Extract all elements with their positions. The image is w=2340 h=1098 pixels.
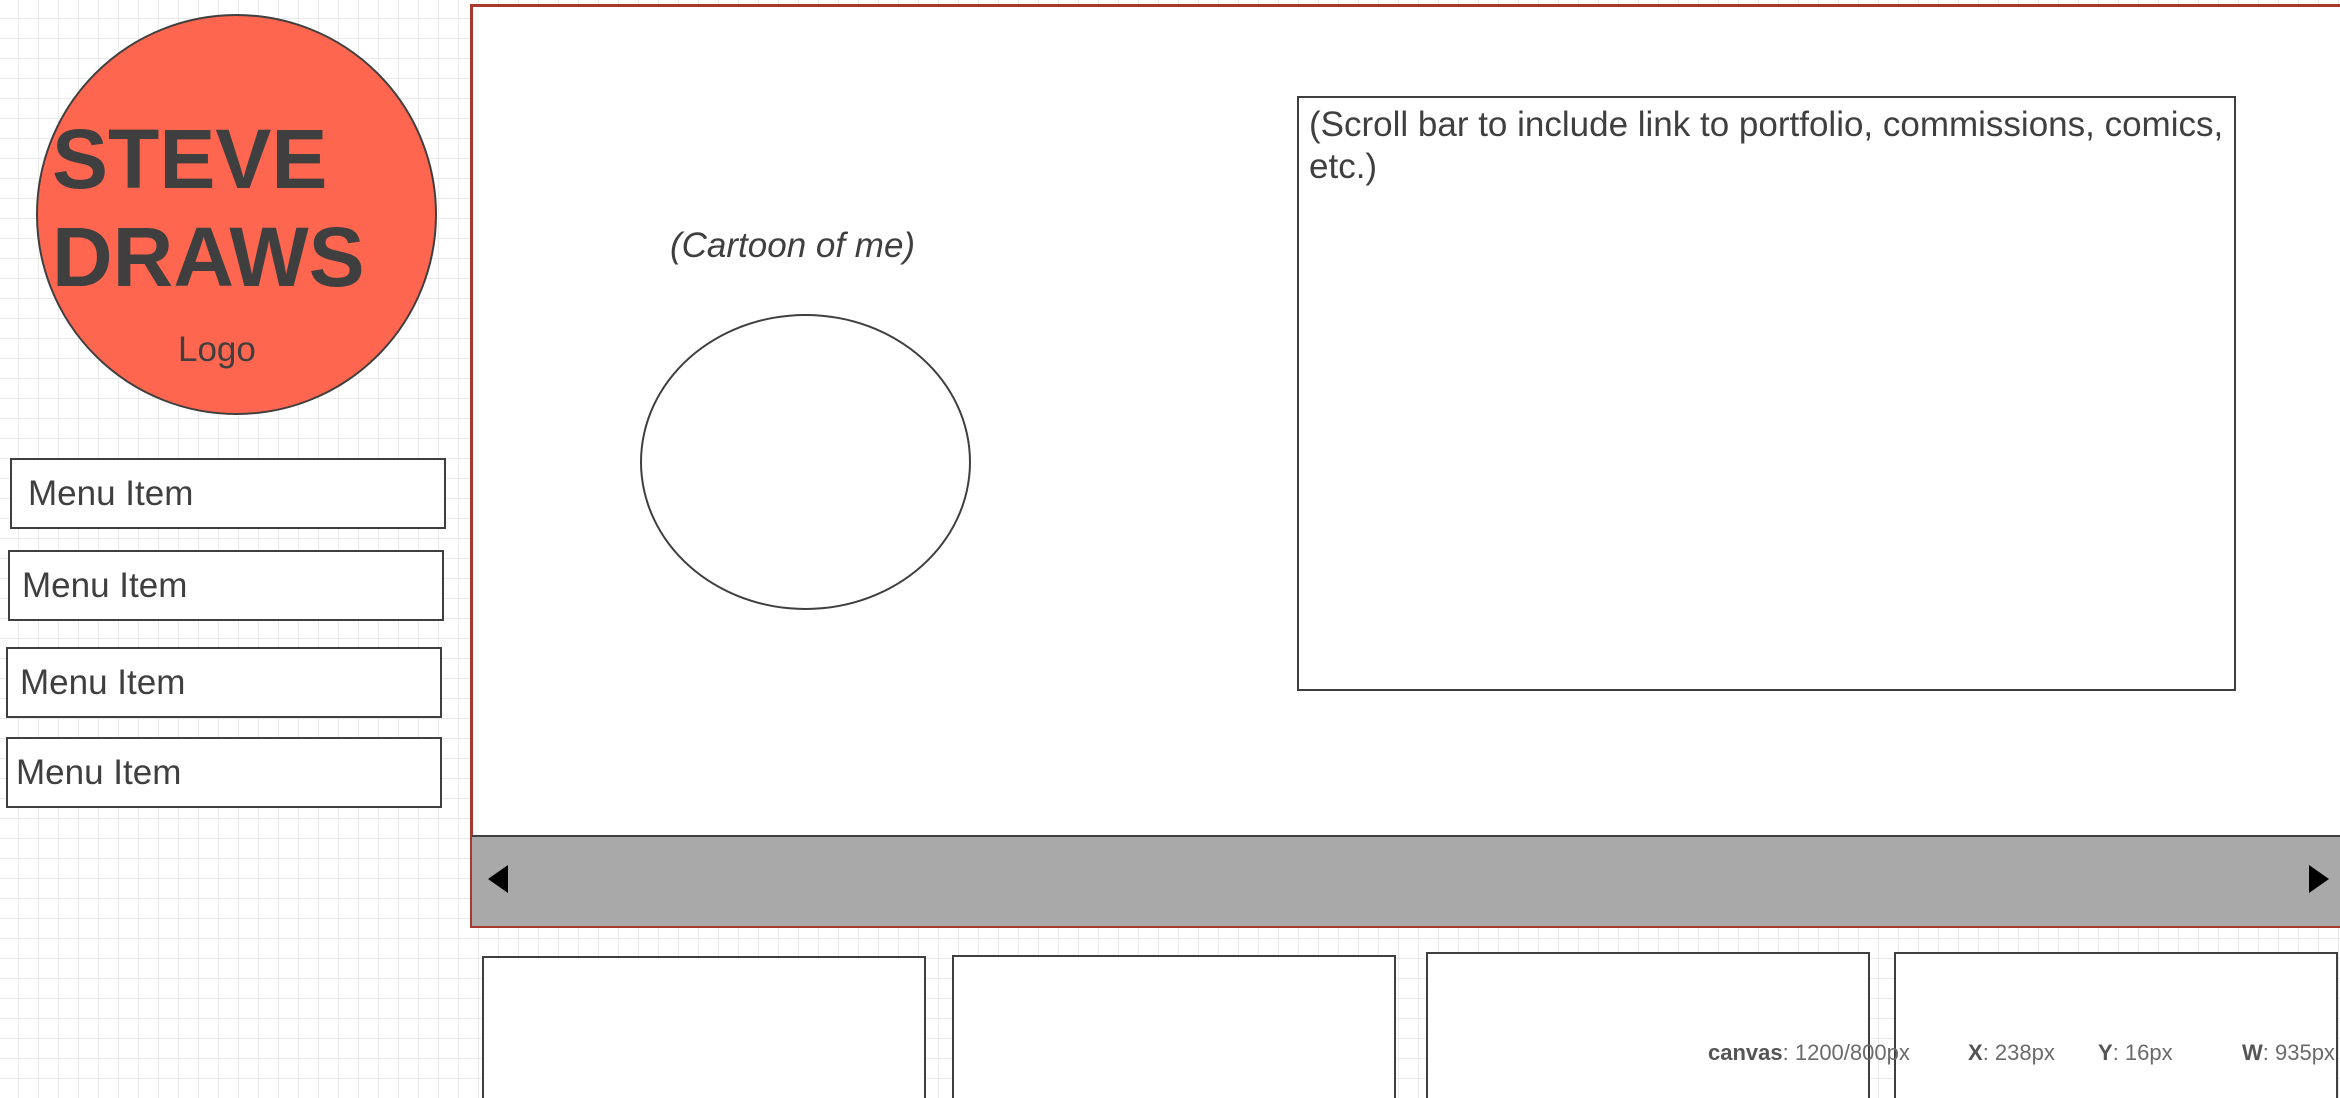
menu-item-label: Menu Item [16, 753, 182, 792]
menu-item-label: Menu Item [22, 566, 188, 605]
y-readout: Y: 16px [2098, 1040, 2173, 1066]
triangle-right-icon[interactable] [2309, 865, 2329, 893]
y-label: Y [2098, 1040, 2113, 1065]
x-readout: X: 238px [1968, 1040, 2055, 1066]
thumbnail-placeholder-4[interactable] [1894, 952, 2338, 1098]
canvas-size-readout: canvas: 1200/800px [1708, 1040, 1910, 1066]
w-value: : 935px [2262, 1040, 2335, 1065]
w-label: W [2242, 1040, 2263, 1065]
cartoon-placeholder-circle[interactable] [640, 314, 971, 610]
x-value: : 238px [1982, 1040, 2055, 1065]
triangle-left-icon[interactable] [488, 865, 508, 893]
menu-item-1[interactable]: Menu Item [10, 458, 446, 529]
thumbnail-placeholder-1[interactable] [482, 956, 926, 1098]
menu-item-2[interactable]: Menu Item [8, 550, 444, 621]
menu-item-3[interactable]: Menu Item [6, 647, 442, 718]
thumbnail-placeholder-2[interactable] [952, 955, 1396, 1098]
thumbnail-placeholder-3[interactable] [1426, 952, 1870, 1098]
logo-label: Logo [178, 330, 256, 369]
w-readout: W: 935px [2242, 1040, 2335, 1066]
horizontal-scroll-bar[interactable] [472, 835, 2340, 926]
logo-title: STEVE DRAWS [52, 112, 365, 304]
x-label: X [1968, 1040, 1983, 1065]
scroll-note-text: (Scroll bar to include link to portfolio… [1309, 105, 2224, 186]
cartoon-caption: (Cartoon of me) [670, 226, 916, 265]
menu-item-4[interactable]: Menu Item [6, 737, 442, 808]
scroll-note-box[interactable]: (Scroll bar to include link to portfolio… [1297, 96, 2236, 691]
y-value: : 16px [2112, 1040, 2173, 1065]
menu-item-label: Menu Item [20, 663, 186, 702]
canvas-value: : 1200/800px [1782, 1040, 1910, 1065]
menu-item-label: Menu Item [28, 474, 194, 513]
canvas-label: canvas [1708, 1040, 1783, 1065]
